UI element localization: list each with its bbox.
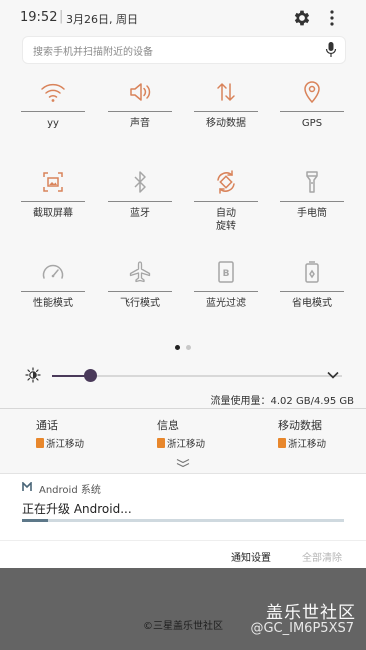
blue-light-filter-icon: B — [218, 261, 234, 283]
notification-settings-button[interactable]: 通知设置 — [231, 549, 271, 564]
notification-card[interactable]: Android 系统 正在升级 Android... — [0, 473, 366, 540]
data-usage-value: 4.02 GB/4.95 GB — [270, 396, 354, 407]
power-saving-icon — [305, 261, 319, 283]
chevron-down-icon[interactable] — [327, 370, 339, 380]
sim-carrier: 浙江移动 — [46, 439, 85, 450]
airplane-icon — [129, 261, 151, 283]
brightness-knob[interactable] — [83, 369, 97, 382]
tile-label: 自动 旋转 — [216, 208, 236, 232]
progress-fill — [22, 519, 48, 522]
sim-card-icon — [36, 438, 44, 448]
tile-auto-rotate[interactable]: 自动 旋转 — [194, 168, 258, 248]
tile-label: 飞行模式 — [120, 298, 160, 309]
clock: 19:52 — [20, 10, 58, 25]
mobile-data-icon — [217, 83, 235, 101]
tile-underline — [194, 291, 258, 292]
tile-gps[interactable]: GPS — [280, 78, 344, 158]
sim-messages[interactable]: 信息 浙江移动 — [157, 417, 267, 450]
tile-blue-light-filter[interactable]: B 蓝光过滤 — [194, 258, 258, 338]
update-progress-bar — [22, 519, 344, 522]
bluetooth-icon — [134, 171, 146, 193]
watermark-title: 盖乐世社区 — [266, 603, 356, 623]
gps-icon — [304, 81, 320, 104]
tile-airplane[interactable]: 飞行模式 — [108, 258, 172, 338]
status-bar: 19:52 | 3月26日, 周日 — [0, 0, 366, 36]
notification-actions: 通知设置 全部清除 — [0, 540, 366, 569]
tile-performance[interactable]: 性能模式 — [21, 258, 85, 338]
tile-underline — [194, 111, 258, 112]
tile-screenshot[interactable]: 截取屏幕 — [21, 168, 85, 248]
device-search-bar[interactable]: 搜索手机并扫描附近的设备 — [22, 36, 346, 64]
divider — [0, 408, 366, 409]
tile-flashlight[interactable]: 手电筒 — [280, 168, 344, 248]
watermark-id: @GC_IM6P5XS7 — [250, 621, 354, 636]
brightness-icon — [25, 367, 41, 383]
microphone-icon[interactable] — [325, 41, 337, 59]
page-dot — [186, 345, 191, 350]
tile-label: 蓝牙 — [130, 208, 150, 219]
tile-underline — [21, 201, 85, 202]
copyright-text: ©三星盖乐世社区 — [143, 621, 223, 632]
sim-mobile-data[interactable]: 移动数据 浙江移动 — [278, 417, 366, 450]
notification-title: 正在升级 Android... — [22, 502, 132, 516]
date: 3月26日, 周日 — [66, 13, 138, 26]
tile-underline — [108, 291, 172, 292]
sim-carrier: 浙江移动 — [288, 439, 327, 450]
wifi-icon — [41, 83, 65, 102]
tile-wifi[interactable]: yy — [21, 78, 85, 158]
android-system-icon — [22, 482, 32, 491]
auto-rotate-icon — [217, 170, 235, 194]
gear-icon[interactable] — [292, 8, 312, 28]
brightness-slider[interactable] — [52, 369, 342, 382]
sim-card-icon — [278, 438, 286, 448]
sim-card-icon — [157, 438, 165, 448]
tile-label: 蓝光过滤 — [206, 298, 246, 309]
sound-icon — [130, 83, 151, 101]
tile-label: 手电筒 — [297, 208, 327, 219]
search-placeholder: 搜索手机并扫描附近的设备 — [33, 47, 153, 58]
tile-underline — [280, 291, 344, 292]
screenshot-icon — [43, 172, 63, 192]
tile-underline — [280, 201, 344, 202]
tile-underline — [108, 201, 172, 202]
data-usage: 流量使用量：4.02 GB/4.95 GB — [211, 392, 354, 407]
tile-label: yy — [47, 118, 59, 129]
drag-handle-icon[interactable] — [176, 458, 190, 468]
notification-app-name: Android 系统 — [39, 485, 101, 496]
tile-bluetooth[interactable]: 蓝牙 — [108, 168, 172, 248]
dimmed-background: ©三星盖乐世社区 盖乐世社区 @GC_IM6P5XS7 — [0, 568, 366, 650]
flashlight-icon — [306, 171, 318, 193]
tile-label: GPS — [301, 118, 323, 129]
tile-label: 省电模式 — [292, 298, 332, 309]
tile-label: 性能模式 — [33, 298, 73, 309]
sim-title: 信息 — [157, 419, 179, 432]
tile-underline — [21, 111, 85, 112]
performance-icon — [42, 264, 64, 279]
more-options-icon[interactable] — [324, 8, 340, 28]
clear-all-button[interactable]: 全部清除 — [302, 549, 342, 564]
data-usage-label: 流量使用量： — [210, 396, 271, 407]
status-separator: | — [59, 9, 64, 24]
tile-mobile-data[interactable]: 移动数据 — [194, 78, 258, 158]
tile-label: 截取屏幕 — [33, 208, 73, 219]
tile-underline — [108, 111, 172, 112]
tile-underline — [194, 201, 258, 202]
tile-underline — [280, 111, 344, 112]
sim-title: 移动数据 — [278, 419, 322, 432]
sim-carrier: 浙江移动 — [167, 439, 206, 450]
tile-sound[interactable]: 声音 — [108, 78, 172, 158]
tile-label: 移动数据 — [206, 118, 246, 129]
page-dot-active — [175, 345, 180, 350]
tile-underline — [21, 291, 85, 292]
sim-calls[interactable]: 通话 浙江移动 — [36, 417, 146, 450]
tile-label: 声音 — [130, 118, 150, 129]
sim-title: 通话 — [36, 419, 58, 432]
svg-text:B: B — [223, 269, 230, 279]
tile-power-saving[interactable]: 省电模式 — [280, 258, 344, 338]
